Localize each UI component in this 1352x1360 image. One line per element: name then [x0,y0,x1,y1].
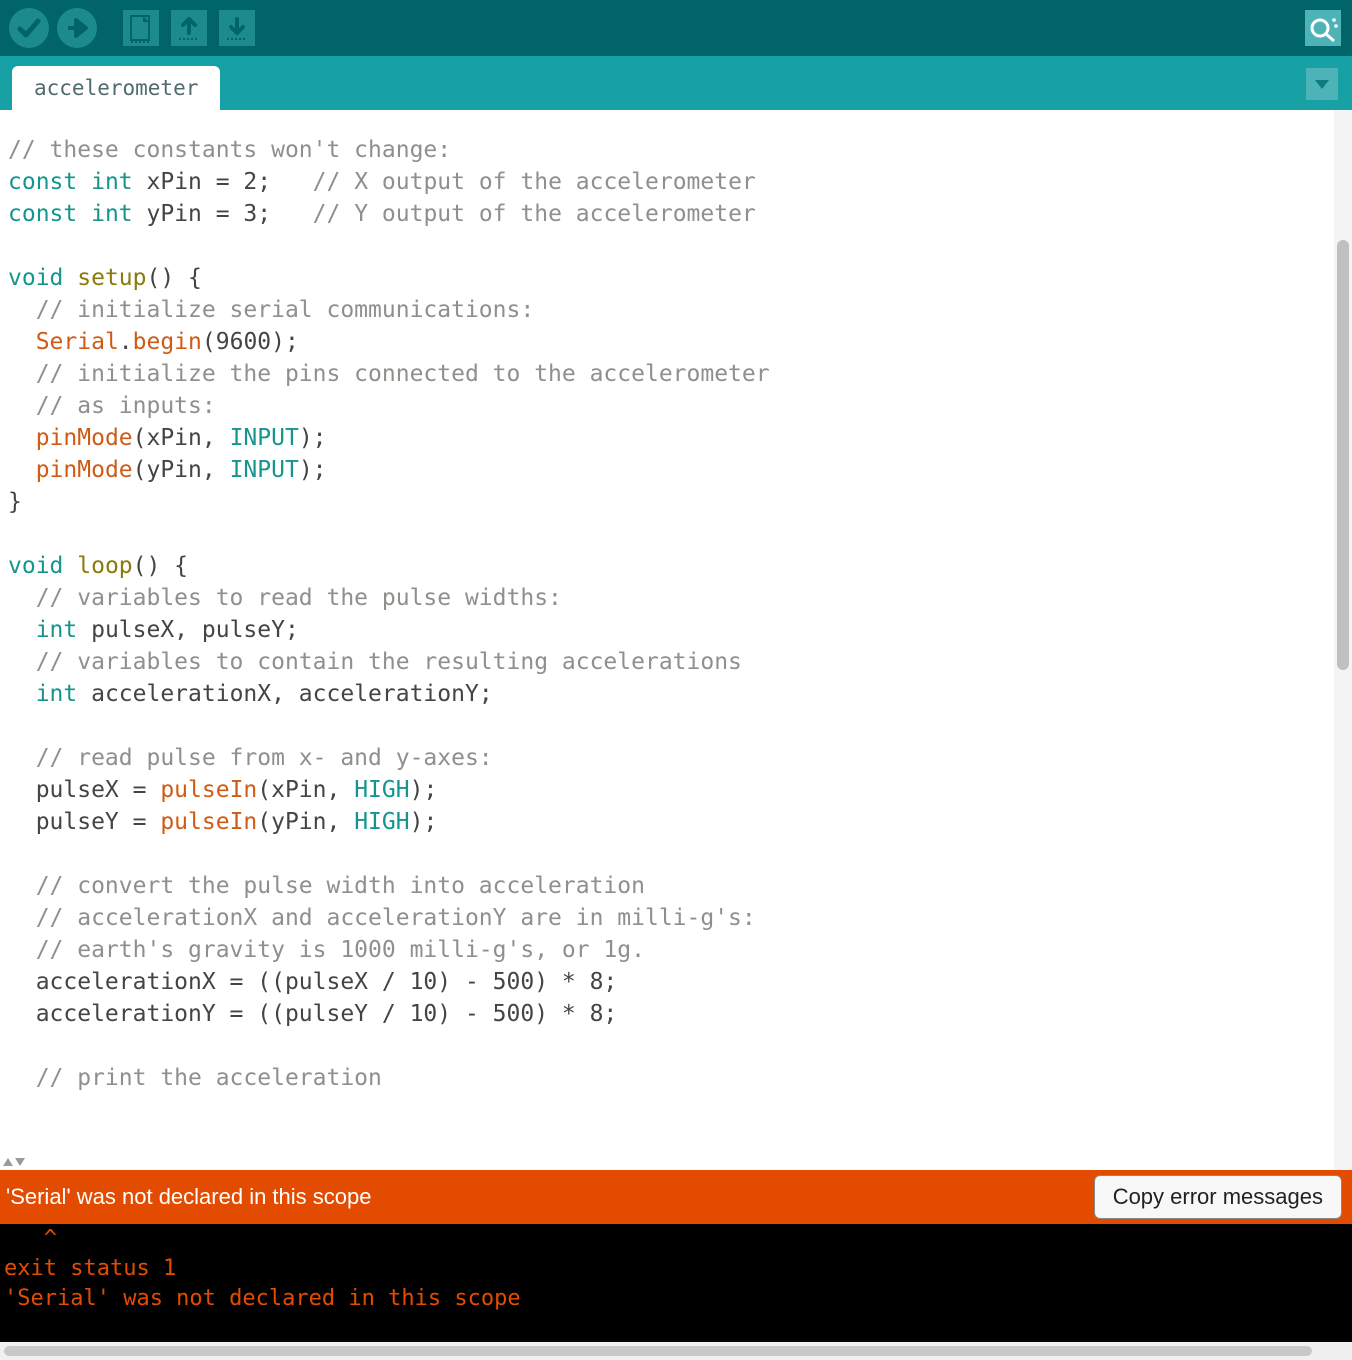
open-button[interactable] [168,7,210,49]
tab-accelerometer[interactable]: accelerometer [12,66,220,110]
editor-scrollbar[interactable] [1334,110,1352,1170]
code-editor[interactable]: // these constants won't change: const i… [0,110,1352,1170]
bottom-scrollbar[interactable] [0,1342,1352,1360]
scrollbar-thumb[interactable] [1337,240,1349,670]
serial-monitor-button[interactable] [1302,7,1344,49]
save-button[interactable] [216,7,258,49]
console-output[interactable]: ^ exit status 1 'Serial' was not declare… [0,1224,1352,1342]
new-button[interactable] [120,7,162,49]
tab-strip: accelerometer [0,56,1352,110]
gutter-toggle[interactable] [2,1156,26,1168]
verify-button[interactable] [8,7,50,49]
bottom-scrollbar-thumb[interactable] [4,1346,1312,1356]
copy-errors-button[interactable]: Copy error messages [1094,1175,1342,1219]
error-summary-text: 'Serial' was not declared in this scope [6,1184,1094,1210]
code-content[interactable]: // these constants won't change: const i… [0,110,1334,1170]
upload-button[interactable] [56,7,98,49]
error-bar: 'Serial' was not declared in this scope … [0,1170,1352,1224]
tab-menu-button[interactable] [1306,68,1338,100]
toolbar [0,0,1352,56]
